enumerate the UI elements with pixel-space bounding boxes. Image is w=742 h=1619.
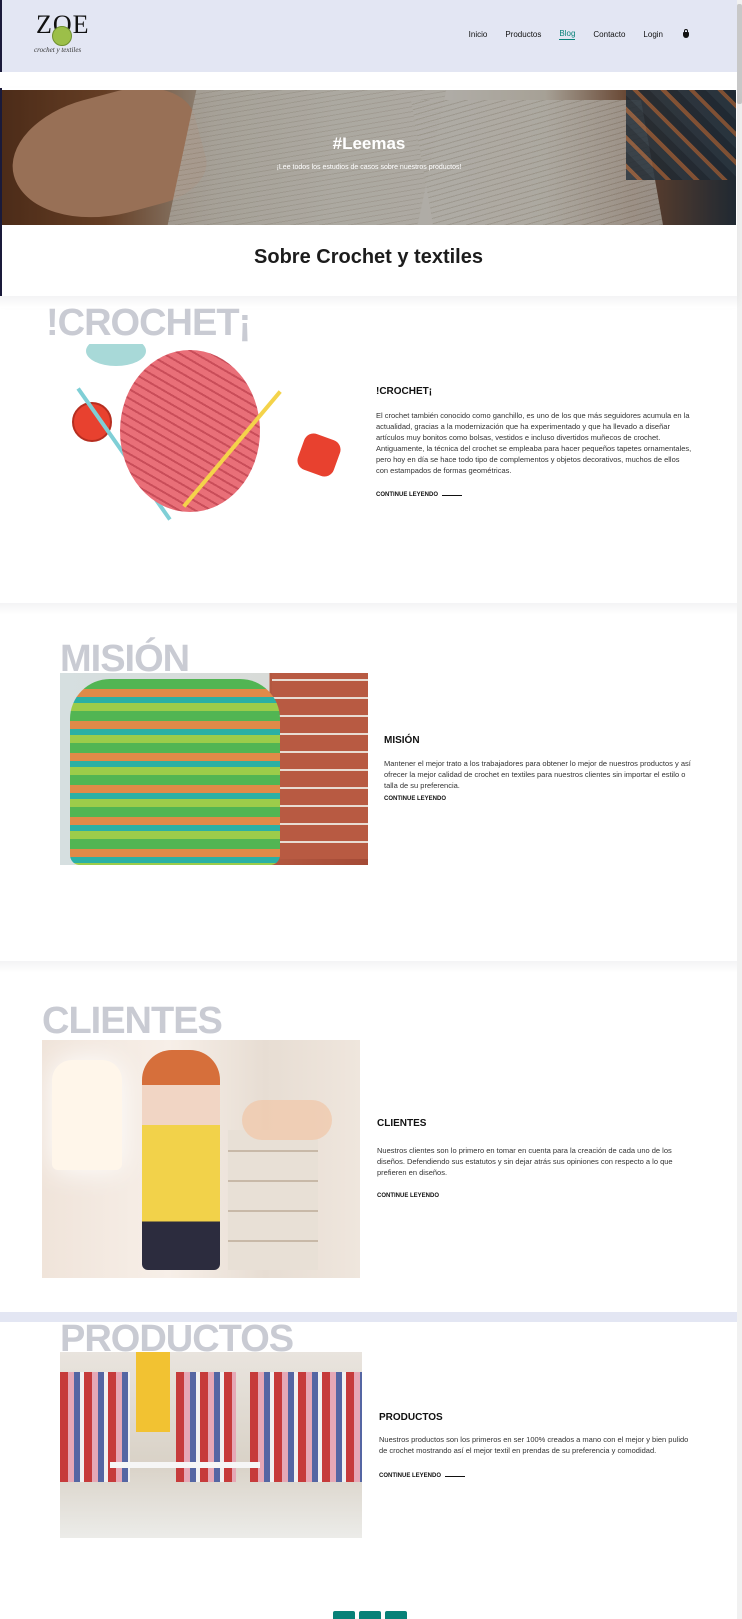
clientes-image	[42, 1040, 360, 1278]
post-title: PRODUCTOS	[379, 1412, 443, 1423]
nav-productos[interactable]: Productos	[505, 30, 541, 39]
page-button[interactable]	[333, 1611, 355, 1619]
customer-figure	[142, 1050, 220, 1270]
continue-reading-label: CONTINUE LEYENDO	[376, 492, 439, 498]
continue-reading-link[interactable]: CONTINUE LEYENDO	[379, 1473, 466, 1479]
nav-contacto[interactable]: Contacto	[593, 30, 625, 39]
page-next-button[interactable]	[385, 1611, 407, 1619]
post-bg-word: !CROCHET¡	[46, 302, 251, 344]
display-table	[110, 1462, 260, 1522]
arrow-line-icon	[445, 1475, 466, 1477]
section-divider	[0, 961, 737, 973]
flower-button-decoration	[294, 430, 342, 480]
continue-reading-link[interactable]: CONTINUE LEYENDO	[384, 796, 446, 802]
yarn-shelf	[228, 1130, 318, 1270]
hero-overlay	[2, 90, 736, 225]
store-poster	[136, 1352, 170, 1432]
brick-wall	[272, 673, 368, 859]
arrow-line-icon	[442, 494, 463, 496]
post-excerpt: Nuestros clientes son lo primero en toma…	[377, 1146, 673, 1177]
scrollbar-thumb[interactable]	[737, 4, 742, 104]
lamp	[52, 1060, 122, 1170]
post-title: MISIÓN	[384, 735, 420, 746]
continue-reading-link[interactable]: CONTINUE LEYENDO	[376, 492, 463, 498]
page-button[interactable]	[359, 1611, 381, 1619]
continue-reading-label: CONTINUE LEYENDO	[384, 796, 447, 802]
sweater	[70, 679, 280, 865]
crochet-image	[62, 344, 342, 554]
hero-subtitle: ¡Lee todos los estudios de casos sobre n…	[276, 164, 462, 171]
mision-image	[60, 673, 368, 865]
post-title: !CROCHET¡	[376, 386, 433, 397]
hero-banner: #Leemas ¡Lee todos los estudios de casos…	[2, 90, 736, 225]
clothing-rack	[250, 1372, 362, 1482]
nav-blog[interactable]: Blog	[559, 29, 576, 40]
section-divider	[0, 603, 737, 615]
nav-inicio[interactable]: Inicio	[469, 30, 488, 39]
logo[interactable]: ZOE crochet y textiles	[32, 8, 90, 62]
post-excerpt: El crochet también conocido como ganchil…	[376, 411, 692, 475]
site-header: ZOE crochet y textiles Inicio Productos …	[0, 0, 737, 72]
hero-title: #Leemas	[332, 134, 406, 153]
main-nav: Inicio Productos Blog Contacto Login	[469, 28, 689, 40]
continue-reading-label: CONTINUE LEYENDO	[377, 1193, 440, 1199]
post-excerpt: Mantener el mejor trato a los trabajador…	[384, 759, 691, 790]
shopping-bag-icon[interactable]	[683, 28, 689, 38]
blog-heading: Sobre Crochet y textiles	[254, 246, 483, 268]
yarn-ball	[120, 350, 260, 512]
pagination	[333, 1611, 407, 1619]
post-title: CLIENTES	[377, 1118, 427, 1129]
page-scrollbar[interactable]	[737, 0, 742, 1619]
yarn-blob	[86, 344, 146, 366]
continue-reading-link[interactable]: CONTINUE LEYENDO	[377, 1193, 439, 1199]
logo-subtitle: crochet y textiles	[34, 46, 82, 54]
post-bg-word: CLIENTES	[42, 1000, 223, 1042]
yarn-icon	[52, 26, 72, 46]
post-excerpt: Nuestros productos son los primeros en s…	[379, 1435, 689, 1455]
continue-reading-label: CONTINUE LEYENDO	[379, 1473, 442, 1479]
shop-assistant-hand	[242, 1100, 332, 1140]
nav-login[interactable]: Login	[643, 30, 663, 39]
productos-image	[60, 1352, 362, 1538]
